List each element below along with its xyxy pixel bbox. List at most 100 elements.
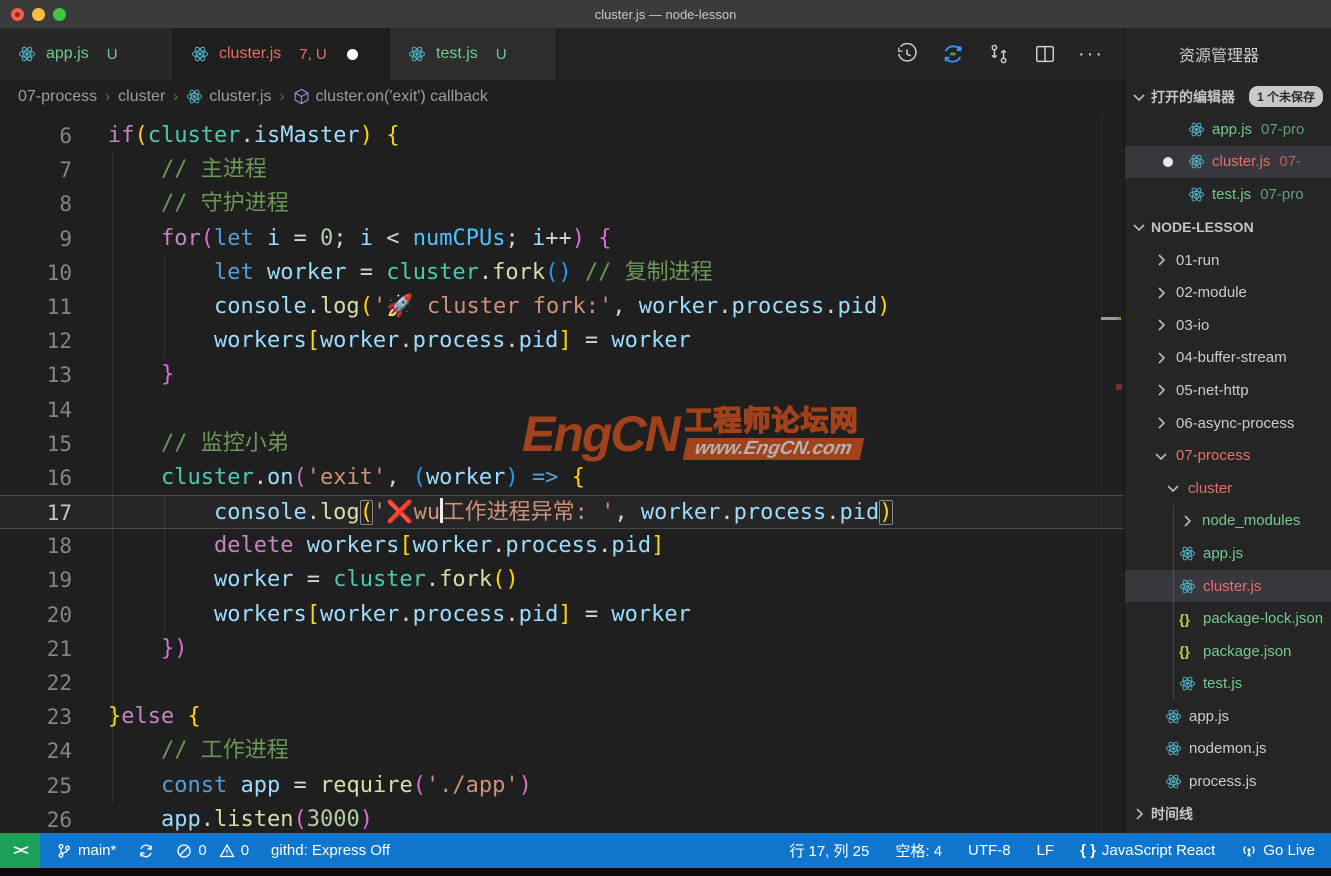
line-number[interactable]: 17 xyxy=(0,496,72,528)
remote-indicator[interactable]: >< xyxy=(0,833,40,868)
tree-item-process-js[interactable]: process.js xyxy=(1125,765,1331,798)
line-number[interactable]: 6 xyxy=(0,119,72,153)
tree-item-package-json[interactable]: {}package.json xyxy=(1125,635,1331,668)
line-number[interactable]: 23 xyxy=(0,700,72,734)
code-line-16[interactable]: 16 cluster.on('exit', (worker) => { xyxy=(0,461,1124,495)
code-line-7[interactable]: 7 // 主进程 xyxy=(0,153,1124,187)
status-item-sync[interactable] xyxy=(138,843,154,859)
line-number[interactable]: 26 xyxy=(0,803,72,833)
breadcrumb-item[interactable]: cluster xyxy=(118,88,165,106)
open-editors-label: 打开的编辑器 xyxy=(1151,87,1235,107)
tab-test-js[interactable]: test.js U xyxy=(390,28,557,80)
timeline-header[interactable]: 时间线 xyxy=(1125,798,1331,831)
code-line-20[interactable]: 20 workers[worker.process.pid] = worker xyxy=(0,598,1124,632)
tree-item-cluster[interactable]: cluster xyxy=(1125,472,1331,505)
tree-item-app-js[interactable]: app.js xyxy=(1125,537,1331,570)
tree-item-cluster-js[interactable]: cluster.js xyxy=(1125,570,1331,603)
code-line-19[interactable]: 19 worker = cluster.fork() xyxy=(0,563,1124,597)
code-line-23[interactable]: 23}else { xyxy=(0,700,1124,734)
tree-item-05-net-http[interactable]: 05-net-http xyxy=(1125,374,1331,407)
dirty-indicator-icon[interactable] xyxy=(347,49,358,60)
line-number[interactable]: 13 xyxy=(0,358,72,392)
chevron-right-icon xyxy=(1131,806,1147,822)
tree-item-app-js[interactable]: app.js xyxy=(1125,700,1331,733)
line-number[interactable]: 15 xyxy=(0,427,72,461)
status-item-0[interactable]: 00 xyxy=(176,842,249,859)
code-line-18[interactable]: 18 delete workers[worker.process.pid] xyxy=(0,529,1124,563)
tree-item-nodemon-js[interactable]: nodemon.js xyxy=(1125,733,1331,766)
open-editor-item-cluster-js[interactable]: cluster.js 07- xyxy=(1125,146,1331,179)
line-number[interactable]: 8 xyxy=(0,187,72,221)
more-actions-icon[interactable]: ··· xyxy=(1080,43,1102,65)
code-line-8[interactable]: 8 // 守护进程 xyxy=(0,187,1124,221)
tree-item-04-buffer-stream[interactable]: 04-buffer-stream xyxy=(1125,342,1331,375)
status-item-main-[interactable]: main* xyxy=(56,842,116,859)
code-line-9[interactable]: 9 for(let i = 0; i < numCPUs; i++) { xyxy=(0,222,1124,256)
breadcrumb-item[interactable]: cluster.js xyxy=(186,88,271,106)
status-item-javascript-react[interactable]: { }JavaScript React xyxy=(1080,842,1215,859)
status-item-githd-express-off[interactable]: githd: Express Off xyxy=(271,842,390,859)
chevron-down-icon xyxy=(1131,219,1147,235)
code-line-17[interactable]: 17 console.log('❌wu工作进程异常: ', worker.pro… xyxy=(0,495,1124,529)
tree-item-02-module[interactable]: 02-module xyxy=(1125,276,1331,309)
line-number[interactable]: 16 xyxy=(0,461,72,495)
tree-item-06-async-process[interactable]: 06-async-process xyxy=(1125,407,1331,440)
code-line-25[interactable]: 25 const app = require('./app') xyxy=(0,769,1124,803)
tree-item-07-process[interactable]: 07-process xyxy=(1125,439,1331,472)
status-item-go-live[interactable]: Go Live xyxy=(1241,842,1315,859)
tree-item-03-io[interactable]: 03-io xyxy=(1125,309,1331,342)
tab-app-js[interactable]: app.js U xyxy=(0,28,173,80)
open-editors-header[interactable]: 打开的编辑器 1 个未保存 xyxy=(1125,80,1331,113)
tab-cluster-js[interactable]: cluster.js 7, U xyxy=(173,28,390,80)
line-number[interactable]: 21 xyxy=(0,632,72,666)
code-text: delete workers[worker.process.pid] xyxy=(108,529,664,563)
split-editor-icon[interactable] xyxy=(1034,43,1056,65)
line-number[interactable]: 11 xyxy=(0,290,72,324)
line-number[interactable]: 25 xyxy=(0,769,72,803)
code-line-10[interactable]: 10 let worker = cluster.fork() // 复制进程 xyxy=(0,256,1124,290)
breadcrumb-item[interactable]: 07-process xyxy=(18,88,97,106)
chevron-right-icon xyxy=(1179,513,1195,529)
code-editor[interactable]: 6if(cluster.isMaster) {7 // 主进程8 // 守护进程… xyxy=(0,113,1124,833)
workspace-header[interactable]: NODE-LESSON xyxy=(1125,211,1331,244)
line-number[interactable]: 14 xyxy=(0,393,72,427)
compare-changes-icon[interactable] xyxy=(988,43,1010,65)
tree-item-01-run[interactable]: 01-run xyxy=(1125,244,1331,277)
open-editor-item-app-js[interactable]: app.js 07-pro xyxy=(1125,113,1331,146)
code-line-13[interactable]: 13 } xyxy=(0,358,1124,392)
code-line-26[interactable]: 26 app.listen(3000) xyxy=(0,803,1124,833)
open-editor-name: test.js xyxy=(1212,186,1251,203)
breadcrumb-text: cluster xyxy=(118,88,165,106)
line-number[interactable]: 9 xyxy=(0,222,72,256)
line-number[interactable]: 7 xyxy=(0,153,72,187)
code-line-11[interactable]: 11 console.log('🚀 cluster fork:', worker… xyxy=(0,290,1124,324)
code-line-6[interactable]: 6if(cluster.isMaster) { xyxy=(0,119,1124,153)
open-editor-item-test-js[interactable]: test.js 07-pro xyxy=(1125,178,1331,211)
code-line-24[interactable]: 24 // 工作进程 xyxy=(0,734,1124,768)
breadcrumb-item[interactable]: cluster.on('exit') callback xyxy=(293,88,488,106)
line-number[interactable]: 22 xyxy=(0,666,72,700)
line-number[interactable]: 12 xyxy=(0,324,72,358)
code-line-21[interactable]: 21 }) xyxy=(0,632,1124,666)
status-item--17-25[interactable]: 行 17, 列 25 xyxy=(789,840,869,861)
code-text: // 守护进程 xyxy=(108,187,289,221)
line-number[interactable]: 20 xyxy=(0,598,72,632)
line-number[interactable]: 19 xyxy=(0,563,72,597)
code-line-14[interactable]: 14 xyxy=(0,393,1124,427)
tree-item-test-js[interactable]: test.js xyxy=(1125,668,1331,701)
status-item--4[interactable]: 空格: 4 xyxy=(895,840,942,861)
code-line-12[interactable]: 12 workers[worker.process.pid] = worker xyxy=(0,324,1124,358)
tree-item-node_modules[interactable]: node_modules xyxy=(1125,505,1331,538)
code-line-15[interactable]: 15 // 监控小弟 xyxy=(0,427,1124,461)
code-line-22[interactable]: 22 xyxy=(0,666,1124,700)
tree-item-package-lock-json[interactable]: {}package-lock.json xyxy=(1125,602,1331,635)
line-number[interactable]: 18 xyxy=(0,529,72,563)
line-number[interactable]: 24 xyxy=(0,734,72,768)
react-file-icon xyxy=(18,45,36,63)
status-item-lf[interactable]: LF xyxy=(1037,842,1055,859)
line-number[interactable]: 10 xyxy=(0,256,72,290)
timeline-icon[interactable] xyxy=(896,43,918,65)
sync-colored-icon[interactable] xyxy=(942,43,964,65)
overview-ruler[interactable] xyxy=(1101,113,1102,833)
status-item-utf-8[interactable]: UTF-8 xyxy=(968,842,1011,859)
